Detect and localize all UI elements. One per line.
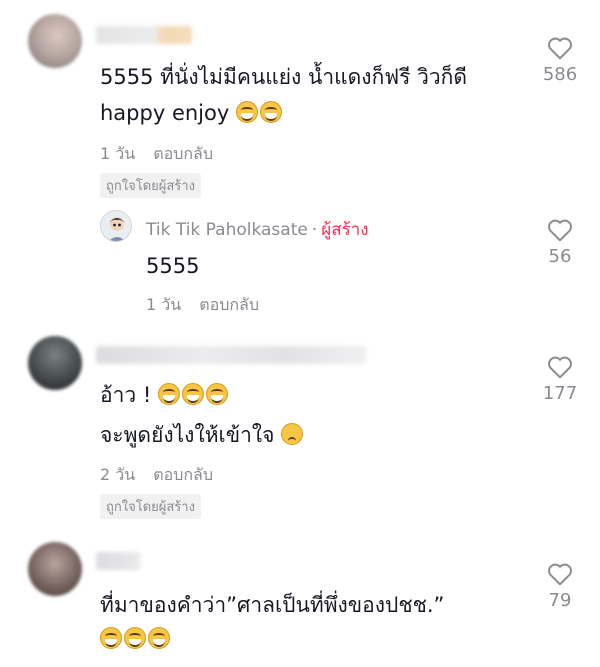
liked-by-creator-badge: ถูกใจโดยผู้สร้าง: [100, 173, 201, 198]
author-name-blurred[interactable]: [96, 26, 192, 44]
reply-button[interactable]: ตอบกลับ: [199, 295, 259, 314]
creator-name[interactable]: Tik Tik Paholkasate: [146, 220, 308, 240]
like-count: 56: [548, 246, 572, 267]
reply-button[interactable]: ตอบกลับ: [153, 144, 213, 163]
creator-tag: ผู้สร้าง: [321, 220, 369, 240]
like-button[interactable]: 586: [530, 36, 590, 85]
comment-text-line1: อ้าว !: [100, 380, 230, 410]
laughing-emoji-icon: [259, 101, 282, 123]
author-name-blurred[interactable]: [96, 346, 366, 364]
heart-outline-icon: [548, 563, 572, 586]
comment-text-line2: [100, 624, 172, 654]
creator-avatar[interactable]: [100, 210, 132, 242]
like-button[interactable]: 79: [530, 562, 590, 611]
heart-outline-icon: [548, 37, 572, 60]
comment-text: อ้าว !: [100, 383, 152, 407]
laughing-emoji-icon: [124, 627, 146, 649]
comment-time: 1 วัน: [100, 144, 136, 163]
creator-name-line: Tik Tik Paholkasate · ผู้สร้าง: [146, 216, 369, 243]
heart-outline-icon: [548, 219, 572, 242]
reply-text: 5555: [146, 254, 200, 278]
comment-meta: 2 วัน ตอบกลับ: [100, 463, 231, 488]
like-button[interactable]: 177: [530, 355, 590, 404]
comment-time: 2 วัน: [100, 465, 136, 484]
comment-text-line1: 5555 ที่นั่งไม่มีคนแย่ง น้ำแดงก็ฟรี วิวก…: [100, 65, 468, 89]
reply-button[interactable]: ตอบกลับ: [153, 465, 213, 484]
like-button[interactable]: 56: [530, 218, 590, 267]
like-count: 586: [542, 64, 578, 85]
avatar-blurred[interactable]: [28, 14, 82, 68]
like-count: 177: [542, 383, 578, 404]
laughing-emoji-icon: [157, 383, 180, 405]
laughing-emoji-icon: [100, 627, 122, 649]
comment-text-line2: จะพูดยังไงให้เข้าใจ: [100, 420, 305, 450]
reply-time: 1 วัน: [146, 295, 182, 314]
laughing-emoji-icon: [148, 627, 170, 649]
author-name-blurred[interactable]: [96, 552, 140, 570]
pleading-emoji-icon: [281, 423, 304, 445]
heart-outline-icon: [548, 356, 572, 379]
comment-text-line1: ที่มาของคำว่า”ศาลเป็นที่พึ่งของปชช.”: [100, 593, 445, 617]
comment-text: จะพูดยังไงให้เข้าใจ: [100, 423, 275, 447]
laughing-emoji-icon: [181, 383, 204, 405]
like-count: 79: [548, 590, 572, 611]
laughing-emoji-icon: [205, 383, 228, 405]
comment-text: happy enjoy: [100, 101, 230, 125]
avatar-blurred[interactable]: [28, 542, 82, 596]
separator: ·: [311, 220, 318, 240]
avatar-blurred[interactable]: [28, 336, 82, 390]
liked-by-creator-badge: ถูกใจโดยผู้สร้าง: [100, 494, 201, 519]
comment-text-line2: happy enjoy: [100, 98, 284, 128]
comment-meta: 1 วัน ตอบกลับ: [100, 142, 231, 167]
reply-meta: 1 วัน ตอบกลับ: [146, 293, 277, 318]
laughing-emoji-icon: [235, 101, 258, 123]
